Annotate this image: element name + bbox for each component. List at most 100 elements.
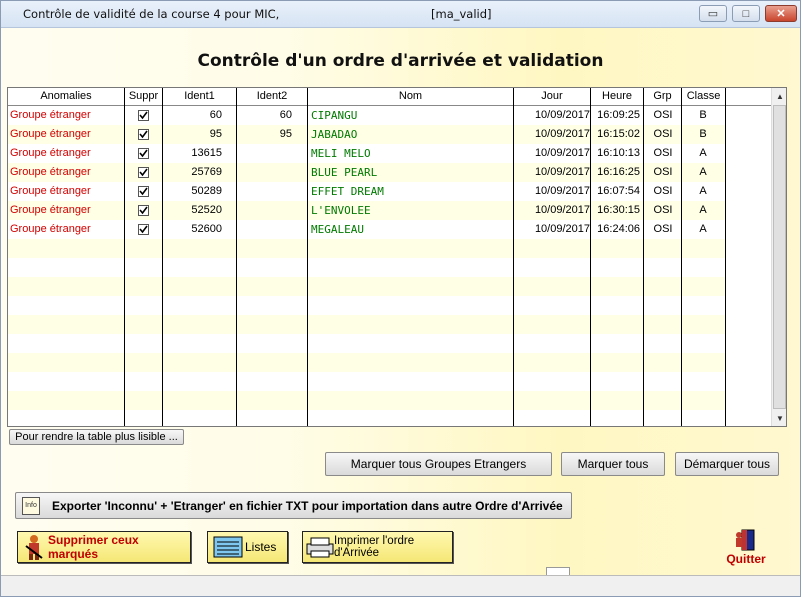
column-header-grp[interactable]: Grp — [644, 88, 682, 105]
table-row[interactable]: Groupe étranger 50289 EFFET DREAM 10/09/201… — [8, 182, 725, 201]
mark-all-button[interactable]: Marquer tous — [561, 452, 665, 476]
print-order-label: Imprimer l'ordre d'Arrivée — [334, 535, 415, 559]
scroll-thumb[interactable] — [773, 105, 786, 409]
table-row[interactable]: Groupe étranger 52600 MEGALEAU 10/09/2017 16… — [8, 220, 725, 239]
page-title: Contrôle d'un ordre d'arrivée et validat… — [197, 51, 604, 71]
name-cell: JABADAO — [311, 128, 358, 141]
table-row[interactable] — [8, 296, 725, 315]
group-cell: OSI — [653, 109, 673, 121]
class-cell: A — [699, 166, 707, 178]
title-bar: Contrôle de validité de la course 4 pour… — [1, 1, 800, 28]
date-cell: 10/09/2017 — [534, 147, 590, 159]
column-divider — [236, 88, 237, 426]
table-row[interactable] — [8, 334, 725, 353]
suppr-checkbox[interactable] — [138, 167, 149, 178]
name-cell: BLUE PEARL — [311, 166, 378, 179]
check-icon — [139, 225, 148, 234]
name-cell: MELI MELO — [311, 147, 371, 160]
ident2-cell — [244, 163, 292, 182]
scroll-down-icon[interactable]: ▼ — [772, 410, 786, 426]
export-button[interactable]: Info Exporter 'Inconnu' + 'Etranger' en … — [15, 492, 572, 519]
minimize-button[interactable]: ▭ — [699, 5, 727, 22]
ident1-cell: 25769 — [191, 166, 222, 178]
table-row[interactable]: Groupe étranger 13615 MELI MELO 10/09/2017 1… — [8, 144, 725, 163]
column-header-ident1[interactable]: Ident1 — [163, 88, 237, 105]
close-icon: ✕ — [776, 8, 786, 20]
table-row[interactable] — [8, 277, 725, 296]
ident2-cell: 60 — [279, 109, 292, 121]
check-icon — [139, 130, 148, 139]
table-row[interactable] — [8, 353, 725, 372]
mark-foreign-groups-button[interactable]: Marquer tous Groupes Etrangers — [325, 452, 552, 476]
table-row[interactable]: Groupe étranger 95 95 JABADAO 10/09/2017 16:1… — [8, 125, 725, 144]
column-header-classe[interactable]: Classe — [682, 88, 726, 105]
status-bar — [1, 575, 800, 596]
lists-button[interactable]: Listes — [207, 531, 288, 563]
class-cell: B — [699, 109, 707, 121]
suppr-checkbox[interactable] — [138, 129, 149, 140]
vertical-scrollbar[interactable]: ▲ ▼ — [771, 88, 786, 426]
column-divider — [162, 88, 163, 426]
date-cell: 10/09/2017 — [534, 109, 590, 121]
lists-label: Listes — [245, 540, 277, 554]
group-cell: OSI — [653, 204, 673, 216]
close-button[interactable]: ✕ — [765, 5, 797, 22]
window-title: Contrôle de validité de la course 4 pour… — [23, 7, 280, 21]
suppr-checkbox[interactable] — [138, 205, 149, 216]
class-cell: A — [699, 147, 707, 159]
group-cell: OSI — [653, 223, 673, 235]
ident1-cell: 52600 — [191, 223, 222, 235]
maximize-icon: □ — [742, 7, 750, 20]
table-row[interactable] — [8, 239, 725, 258]
anomaly-cell: Groupe étranger — [10, 223, 91, 235]
table-row[interactable] — [8, 258, 725, 277]
table-row[interactable] — [8, 410, 725, 426]
table-row[interactable]: Groupe étranger 52520 L'ENVOLEE 10/09/2017 1… — [8, 201, 725, 220]
anomaly-cell: Groupe étranger — [10, 147, 91, 159]
column-header-ident2[interactable]: Ident2 — [237, 88, 308, 105]
ident1-cell: 95 — [209, 128, 222, 140]
class-cell: A — [699, 204, 707, 216]
ident1-cell: 50289 — [191, 185, 222, 197]
scroll-up-icon[interactable]: ▲ — [772, 88, 786, 104]
time-cell: 16:07:54 — [597, 185, 640, 197]
export-label: Exporter 'Inconnu' + 'Etranger' en fichi… — [52, 498, 563, 513]
table-row[interactable] — [8, 372, 725, 391]
suppr-checkbox[interactable] — [138, 186, 149, 197]
table-row[interactable] — [8, 391, 725, 410]
name-cell: L'ENVOLEE — [311, 204, 371, 217]
maximize-button[interactable]: □ — [732, 5, 760, 22]
table-row[interactable]: Groupe étranger 60 60 CIPANGU 10/09/2017 16:0… — [8, 106, 725, 125]
print-order-button[interactable]: Imprimer l'ordre d'Arrivée — [302, 531, 453, 563]
delete-person-icon — [24, 534, 44, 560]
ident2-cell — [244, 220, 292, 239]
column-header-anomalies[interactable]: Anomalies — [8, 88, 125, 105]
suppr-checkbox[interactable] — [138, 224, 149, 235]
suppr-checkbox[interactable] — [138, 148, 149, 159]
group-cell: OSI — [653, 166, 673, 178]
table-row[interactable] — [8, 315, 725, 334]
group-cell: OSI — [653, 185, 673, 197]
quit-button[interactable]: Quitter — [716, 529, 776, 569]
table-row[interactable]: Groupe étranger 25769 BLUE PEARL 10/09/2017… — [8, 163, 725, 182]
suppr-checkbox[interactable] — [138, 110, 149, 121]
ident1-cell: 52520 — [191, 204, 222, 216]
minimize-icon: ▭ — [707, 8, 719, 20]
time-cell: 16:24:06 — [597, 223, 640, 235]
delete-marked-button[interactable]: Supprimer ceux marqués — [17, 531, 191, 563]
unmark-all-button[interactable]: Démarquer tous — [675, 452, 779, 476]
column-header-suppr[interactable]: Suppr — [125, 88, 163, 105]
date-cell: 10/09/2017 — [534, 166, 590, 178]
column-header-nom[interactable]: Nom — [308, 88, 514, 105]
anomaly-cell: Groupe étranger — [10, 166, 91, 178]
readability-button[interactable]: Pour rendre la table plus lisible ... — [9, 429, 184, 445]
group-cell: OSI — [653, 147, 673, 159]
column-header-jour[interactable]: Jour — [514, 88, 591, 105]
results-table[interactable]: Anomalies Suppr Ident1 Ident2 Nom Jour H… — [7, 87, 787, 427]
list-icon — [213, 536, 243, 558]
name-cell: MEGALEAU — [311, 223, 364, 236]
ident2-cell — [244, 144, 292, 163]
name-cell: EFFET DREAM — [311, 185, 384, 198]
column-header-heure[interactable]: Heure — [591, 88, 644, 105]
column-divider — [643, 88, 644, 426]
